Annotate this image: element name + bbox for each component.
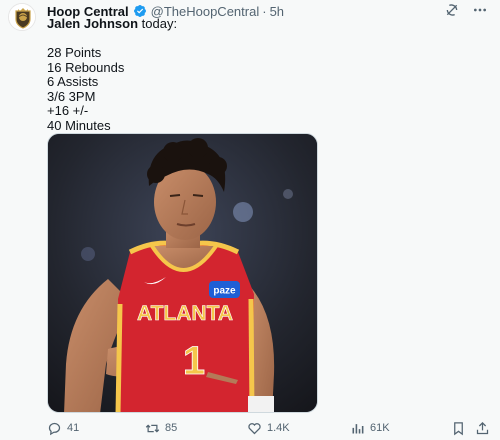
stat-line: +16 +/- [47,103,89,118]
heart-icon [248,422,261,434]
reply-button[interactable]: 41 [47,421,79,436]
grok-icon[interactable] [444,2,460,18]
tweet-media-photo[interactable]: ATLANTA 1 paze [47,133,318,413]
reply-icon [48,422,61,435]
stat-line: 3/6 3PM [47,88,96,104]
first-line-rest: today: [138,16,178,31]
header-separator: · [262,3,267,19]
stat-line: 16 Rebounds [47,59,125,75]
reply-count: 41 [67,422,80,434]
sponsor-patch: paze [213,286,236,297]
author-avatar[interactable] [8,3,36,31]
views-count: 61K [370,422,390,434]
share-icon [476,421,489,434]
stat-line: 28 Points [47,45,102,60]
post-time[interactable]: 5h [270,4,284,19]
bookmark-icon [454,421,463,435]
tweet-card[interactable]: Hoop Central @TheHoopCentral · 5h Jalen … [0,0,500,440]
share-button[interactable] [475,421,490,436]
tweet-actions: 41 85 1.4K 61K [47,420,490,436]
jersey-text: ATLANTA [137,302,233,325]
bookmark-button[interactable] [451,421,466,436]
stat-line: 40 Minutes [47,117,111,133]
more-options-icon[interactable] [472,2,488,18]
views-button[interactable]: 61K [350,421,390,436]
like-count: 1.4K [267,422,290,434]
repost-icon [145,423,160,433]
like-button[interactable]: 1.4K [247,421,290,436]
views-icon [352,423,364,433]
stat-line: 6 Assists [47,74,99,89]
jersey-number: 1 [183,339,205,383]
header-actions [444,2,488,18]
repost-button[interactable]: 85 [145,421,177,436]
tweet-first-line: Jalen Johnson today: [47,16,178,32]
repost-count: 85 [165,422,178,434]
line-break [47,32,177,47]
tweet-text: Jalen Johnson today: 28 Points 16 Reboun… [47,16,178,133]
hoop-central-logo-icon [9,4,35,30]
player-photo: ATLANTA 1 paze [48,134,317,412]
player-name: Jalen Johnson [47,16,139,31]
